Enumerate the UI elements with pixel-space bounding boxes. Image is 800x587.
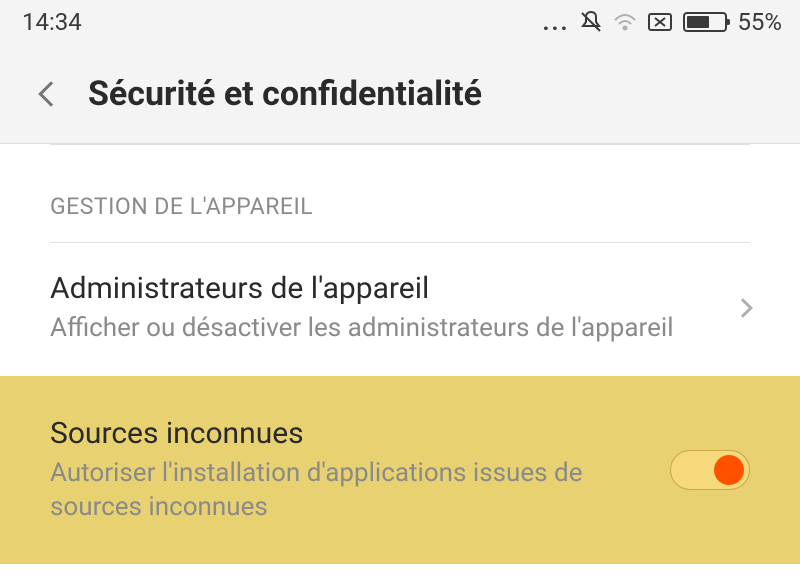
section-header-device-management: GESTION DE L'APPAREIL	[0, 145, 800, 242]
item-title: Sources inconnues	[50, 416, 650, 451]
battery-icon	[683, 12, 727, 32]
battery-percent: 55%	[737, 8, 782, 36]
item-text: Administrateurs de l'appareil Afficher o…	[50, 271, 716, 346]
status-icons: ... 55%	[543, 8, 782, 36]
more-dots-icon: ...	[543, 8, 570, 36]
wifi-icon	[613, 12, 637, 32]
item-subtitle: Autoriser l'installation d'applications …	[50, 457, 650, 525]
toggle-unknown-sources[interactable]	[670, 450, 750, 490]
status-bar: 14:34 ... 55%	[0, 0, 800, 44]
no-sim-icon	[647, 12, 673, 32]
chevron-right-icon	[733, 298, 753, 318]
item-subtitle: Afficher ou désactiver les administrateu…	[50, 312, 716, 346]
toggle-knob	[714, 455, 744, 485]
list-item-unknown-sources[interactable]: Sources inconnues Autoriser l'installati…	[0, 376, 800, 565]
page-title: Sécurité et confidentialité	[88, 74, 482, 114]
back-icon[interactable]	[38, 81, 63, 106]
content-area: GESTION DE L'APPAREIL Administrateurs de…	[0, 144, 800, 564]
list-item-device-administrators[interactable]: Administrateurs de l'appareil Afficher o…	[0, 243, 800, 376]
status-time: 14:34	[22, 8, 82, 36]
item-title: Administrateurs de l'appareil	[50, 271, 716, 306]
item-text: Sources inconnues Autoriser l'installati…	[50, 416, 650, 525]
page-header: Sécurité et confidentialité	[0, 44, 800, 144]
mute-icon	[579, 10, 603, 34]
